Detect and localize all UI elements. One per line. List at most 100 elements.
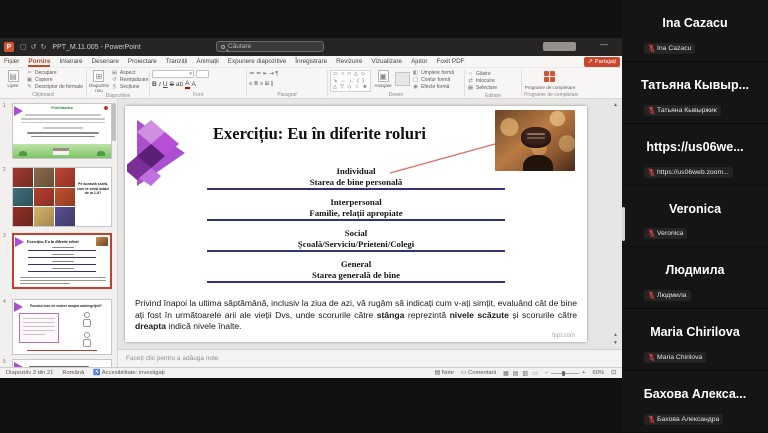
zoom-percent[interactable]: 60% [593, 370, 605, 376]
ribbon-item-selectare[interactable]: ▦Selectare [467, 85, 519, 92]
slide-thumbnail-1[interactable]: ProDidactica [12, 103, 112, 159]
powerpoint-window: P ▢ ↺ ↻ PPT_M.11.005 - PowerPoint Căutar… [0, 38, 622, 378]
accessibility-indicator[interactable]: ♿ Accesibilitate: investigați [93, 370, 164, 376]
glyph-row[interactable]: ≔ ≕ ⇤ ⇥ ¶ [249, 70, 325, 79]
ribbon-item-descriptor-de-formate[interactable]: ✎Descriptor de formate [26, 84, 83, 91]
tab-desenare[interactable]: Desenare [92, 56, 119, 67]
ribbon-tab-bar: Fișier Pornire Inserare Desenare Proiectare T… [0, 56, 622, 68]
ribbon-item-secțiune[interactable]: §Secțiune [111, 84, 149, 91]
slide-scrollbar[interactable]: ▲ ▲ ▼ [611, 102, 620, 346]
zoom-out-icon[interactable]: − [545, 370, 548, 376]
addins-button[interactable]: Programe de completare [524, 70, 576, 90]
zoom-slider[interactable] [551, 373, 579, 374]
previous-slide-icon[interactable]: ▲ [613, 332, 618, 338]
ribbon-item-efecte-formă[interactable]: ◉Efecte formă [412, 84, 454, 91]
section-heading: Individual [125, 166, 587, 177]
view-icon-3[interactable]: ▭ [532, 370, 538, 377]
participant-name: Людмила [626, 263, 764, 277]
participant-video-tile[interactable]: Ina Cazacu Ina Cazacu [622, 0, 768, 62]
arrange-icon: ▣ [378, 70, 389, 82]
participant-video-tile[interactable]: Бахова Алекса... Бахова Александра [622, 371, 768, 433]
font-size-select[interactable] [196, 70, 209, 78]
tab-pornire[interactable]: Pornire [28, 56, 50, 67]
participant-video-tile[interactable]: https://us06we... https://us06web.zoom..… [622, 124, 768, 186]
tab-ajutor[interactable]: Ajutor [411, 56, 427, 67]
ribbon-item-contur-formă[interactable]: ▢Contur formă [412, 77, 454, 84]
font-name-select[interactable] [152, 70, 194, 78]
font-format-button-1[interactable]: I [159, 80, 161, 89]
tab-proiectare[interactable]: Proiectare [128, 56, 157, 67]
tab-vizualizare[interactable]: Vizualizare [371, 56, 402, 67]
share-button[interactable]: ↗ Partajați [584, 57, 620, 67]
tab-expunere-diapozitive[interactable]: Expunere diapozitive [228, 56, 286, 67]
font-format-button-6[interactable]: A [192, 80, 196, 89]
arrange-button[interactable]: ▣ Aranjare [373, 70, 393, 88]
slide-thumbnail-5[interactable] [12, 359, 112, 367]
new-slide-button[interactable]: ⊞ Diapozitiv nou [89, 70, 109, 93]
zoom-in-icon[interactable]: + [582, 370, 585, 376]
participant-name: Maria Chirilova [626, 325, 764, 339]
save-icon[interactable]: ▢ [20, 43, 27, 51]
slide-thumbnail-3-selected[interactable]: Exercițiu: Eu în diferite roluri [12, 233, 112, 289]
slide-thumbnail-4[interactable]: Punctul meu de vedere asupra autoîngriji… [12, 299, 112, 355]
notes-pane[interactable]: Faceți clic pentru a adăuga note [118, 349, 622, 367]
tab-revizuire[interactable]: Revizuire [336, 56, 362, 67]
view-icon-2[interactable]: ▥ [522, 370, 528, 377]
quick-styles-button[interactable] [395, 72, 410, 86]
ribbon-item-copiere[interactable]: ▣Copiere [26, 77, 83, 84]
ribbon-item-găsire[interactable]: ○Găsire [467, 71, 519, 78]
font-format-button-4[interactable]: ab [176, 80, 183, 89]
comments-toggle[interactable]: ▭ Comentarii [461, 370, 496, 376]
search-icon [221, 45, 225, 49]
font-format-button-3[interactable]: S [170, 80, 174, 89]
glyph-row[interactable]: ≡ ≣ ≡ ⊞ ∥ [249, 80, 325, 89]
slide-canvas[interactable]: Exercițiu: Eu în diferite roluri Individ… [125, 106, 587, 342]
ribbon-item-înlocuire[interactable]: ⇄Înlocuire [467, 78, 519, 85]
participant-video-tile[interactable]: Людмила Людмила [622, 247, 768, 309]
tab-foxit-pdf[interactable]: Foxit PDF [437, 56, 465, 67]
fit-to-window-icon[interactable]: ⊡ [611, 370, 616, 376]
font-format-button-2[interactable]: U [163, 80, 168, 89]
ribbon-item-reinițializare[interactable]: ↺Reinițializare [111, 77, 149, 84]
search-input[interactable]: Căutare [216, 41, 324, 52]
ribbon-item-înlocuire-icon: ⇄ [467, 78, 474, 85]
view-icon-0[interactable]: ▦ [503, 370, 509, 377]
glyph-row[interactable]: △ ▽ ◇ ☆ ★ [333, 84, 368, 91]
minimize-button[interactable]: — [600, 40, 608, 49]
tab--nregistrare[interactable]: Înregistrare [295, 56, 327, 67]
scroll-up-icon[interactable]: ▲ [613, 102, 618, 108]
meeting-overlay-control[interactable] [543, 42, 576, 51]
participant-name-badge: Maria Chirilova [644, 352, 706, 363]
tab-anima-ii[interactable]: Animații [196, 56, 218, 67]
slide-thumbnail-2[interactable]: Pe această scară, cum te simți astăzi de… [12, 167, 112, 227]
sidebar-scroll-handle[interactable] [622, 207, 625, 241]
section-subtitle: Starea de bine personală [125, 177, 587, 188]
zoom-meeting-screen: P ▢ ↺ ↻ PPT_M.11.005 - PowerPoint Căutar… [0, 0, 768, 433]
thumbnail-scrollbar[interactable] [112, 103, 116, 141]
mario-cell-2 [55, 168, 75, 187]
ribbon-item-decupare[interactable]: ✂Decupare [26, 70, 83, 77]
participant-video-tile[interactable]: Veronica Veronica [622, 186, 768, 248]
shapes-gallery[interactable]: ▭ ○ □ △ ◇↘ ↔ ∟ ( )△ ▽ ◇ ☆ ★ [330, 70, 371, 92]
font-format-button-0[interactable]: B [152, 80, 157, 89]
font-format-button-5[interactable]: A [185, 80, 189, 89]
next-slide-icon[interactable]: ▼ [613, 340, 618, 346]
zoom-control[interactable]: − + [545, 370, 586, 376]
tab-fi-ier[interactable]: Fișier [4, 56, 19, 67]
notes-toggle[interactable]: ▤ Note [435, 370, 454, 376]
tab-tranzi-ii[interactable]: Tranziții [166, 56, 188, 67]
view-icon-1[interactable]: ▤ [513, 370, 519, 377]
tab-inserare[interactable]: Inserare [59, 56, 82, 67]
ribbon-item-umplere-formă[interactable]: ◧Umplere formă [412, 70, 454, 77]
zoom-slider-thumb[interactable] [562, 371, 565, 376]
redo-icon[interactable]: ↻ [41, 43, 47, 51]
participant-video-tile[interactable]: Maria Chirilova Maria Chirilova [622, 309, 768, 371]
undo-icon[interactable]: ↺ [31, 43, 37, 51]
language-indicator[interactable]: Română [62, 370, 84, 376]
ribbon-item-aspect[interactable]: ▤Aspect [111, 70, 149, 77]
paste-button[interactable]: ▤ Lipire [2, 70, 24, 88]
section-underline [207, 250, 505, 252]
slide-thumbnail-panel: 1 2 3 4 5 ProDidactica [0, 99, 118, 367]
view-switcher[interactable]: ▦ ▤▥ ▭ [503, 370, 538, 377]
participant-video-tile[interactable]: Татьяна Кывыр... Татьяна Кывыржик [622, 62, 768, 124]
